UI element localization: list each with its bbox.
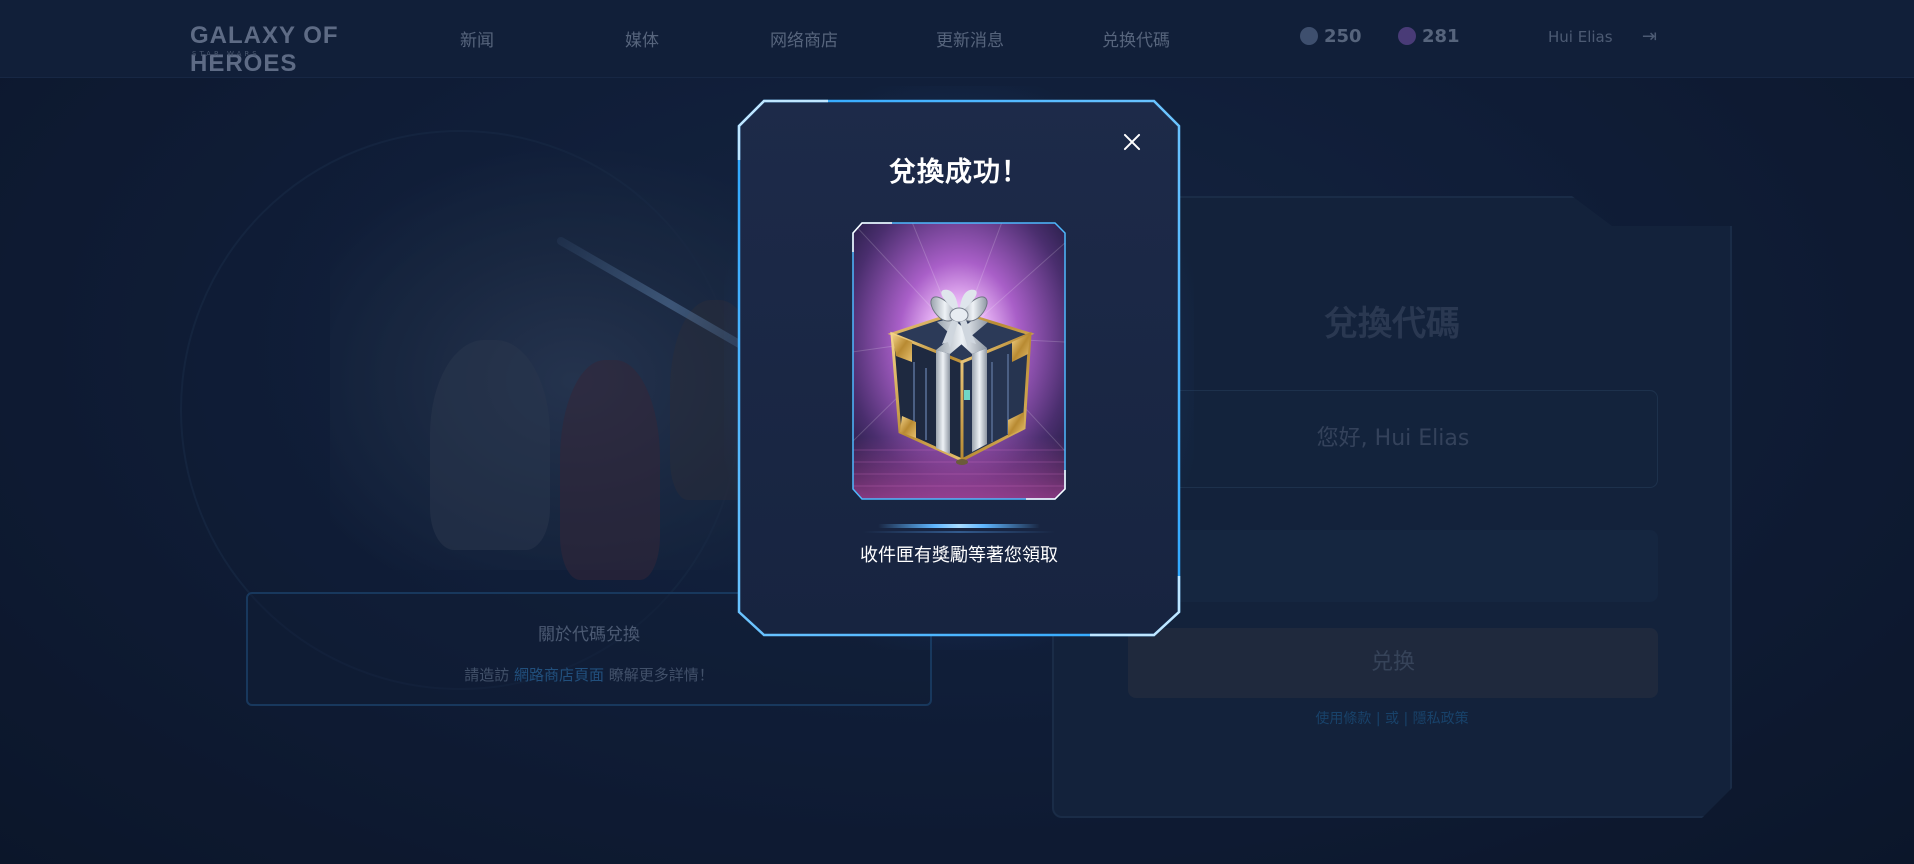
glow-divider xyxy=(878,524,1040,528)
close-icon[interactable] xyxy=(1116,126,1148,158)
gift-box-image xyxy=(852,222,1066,500)
reward-message: 收件匣有獎勵等著您領取 xyxy=(860,545,1058,566)
glow-divider-shadow xyxy=(863,531,1055,533)
modal-title: 兌換成功！ xyxy=(889,157,1029,188)
success-modal: 兌換成功！ 收件匣有獎勵等著您領取 xyxy=(724,86,1194,650)
page: GALAXY OF HEROES STAR WARS 新闻 媒体 网络商店 更新… xyxy=(0,0,1914,864)
